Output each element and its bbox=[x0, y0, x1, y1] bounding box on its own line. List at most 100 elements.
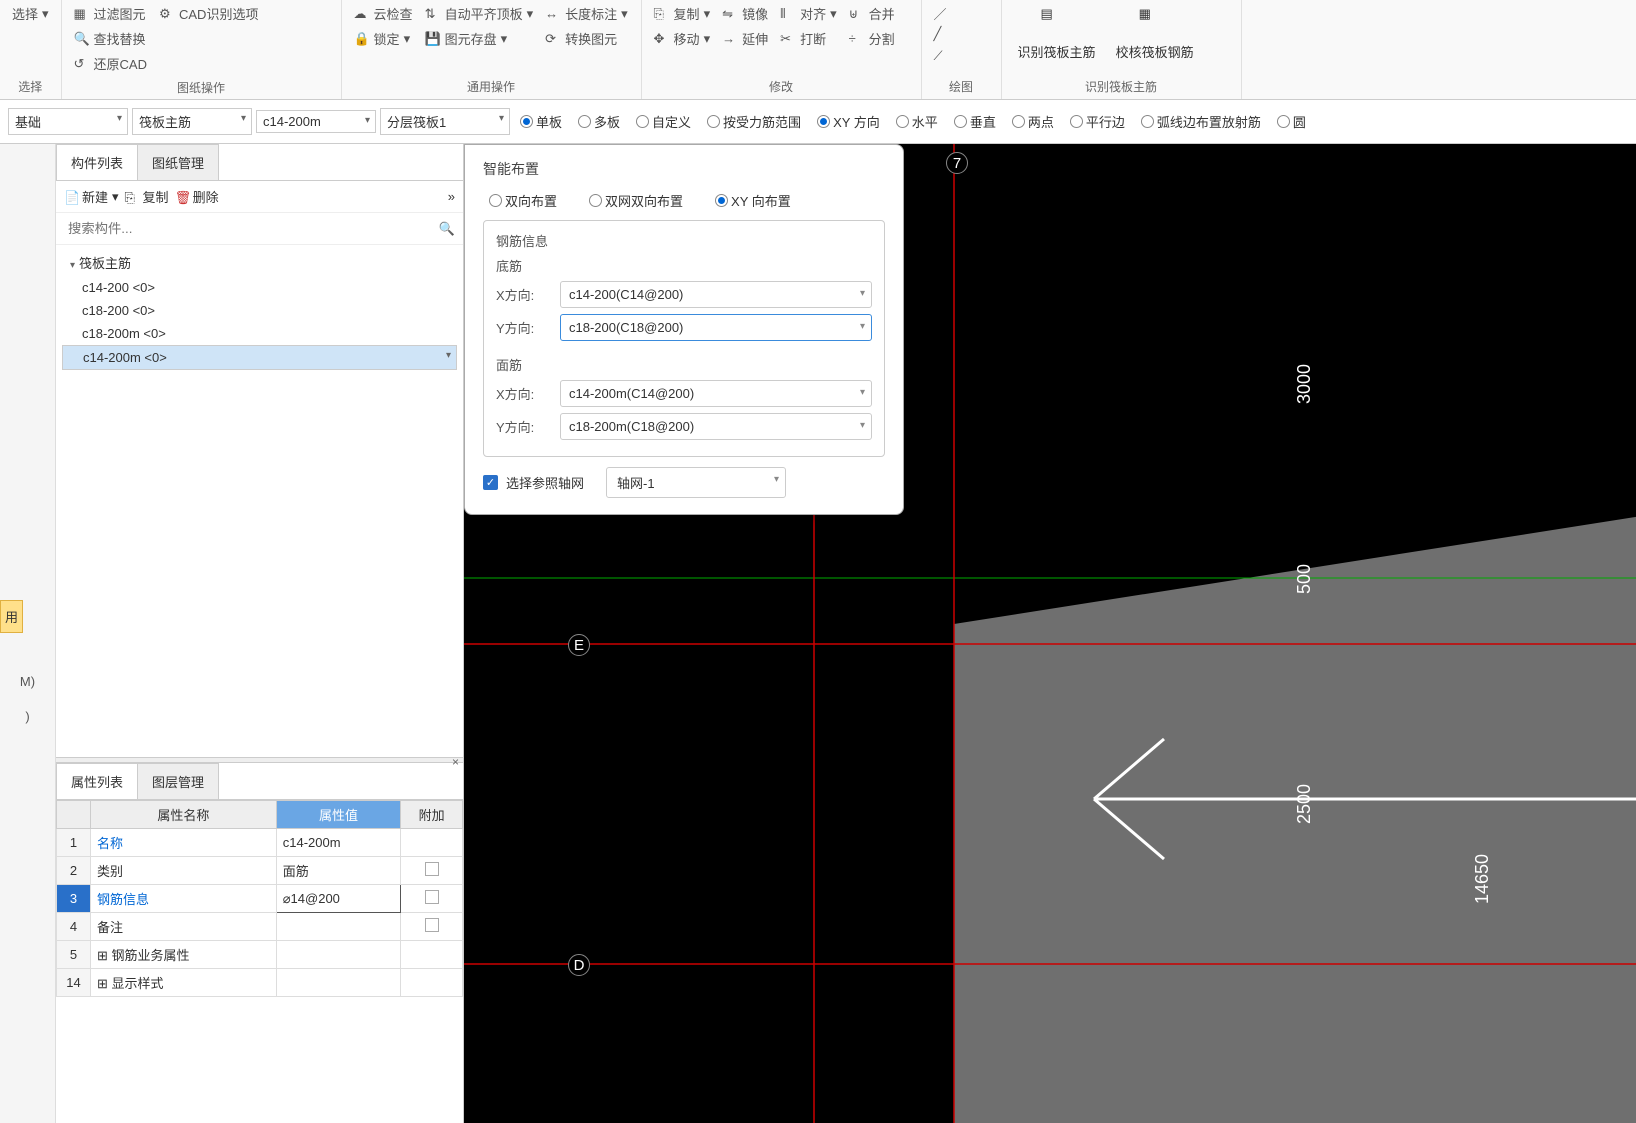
ref-grid-checkbox[interactable]: ✓ bbox=[483, 475, 498, 490]
prop-value-cell[interactable]: ⌀14@200 bbox=[276, 885, 401, 913]
draw-line-c[interactable]: ⟋ bbox=[930, 46, 954, 66]
left-text-m: M) bbox=[16, 664, 39, 699]
radio-two-point[interactable]: 两点 bbox=[1012, 112, 1054, 131]
radio-parallel-edge[interactable]: 平行边 bbox=[1070, 112, 1125, 131]
merge-button[interactable]: ⊎合并 bbox=[845, 2, 899, 25]
bottom-x-combo[interactable]: c14-200(C14@200) bbox=[560, 281, 872, 308]
tree-item[interactable]: c18-200 <0> bbox=[62, 299, 457, 322]
draw-line-a[interactable]: ／ bbox=[930, 2, 954, 22]
tree-item-selected[interactable]: c14-200m <0> bbox=[62, 345, 457, 370]
cad-recognize-options-button[interactable]: ⚙CAD识别选项 bbox=[155, 2, 262, 25]
axis-grid-combo[interactable]: 轴网-1 bbox=[606, 467, 786, 498]
convert-element-button[interactable]: ⟳转换图元 bbox=[541, 27, 632, 50]
tab-layer-mgmt[interactable]: 图层管理 bbox=[137, 763, 219, 799]
top-x-combo[interactable]: c14-200m(C14@200) bbox=[560, 380, 872, 407]
restore-cad-button[interactable]: ↺还原CAD bbox=[70, 52, 151, 75]
tab-property-list[interactable]: 属性列表 bbox=[56, 763, 138, 799]
extend-button[interactable]: →延伸 bbox=[718, 27, 772, 50]
radio-multi-slab[interactable]: 多板 bbox=[578, 112, 620, 131]
more-button[interactable]: » bbox=[448, 189, 455, 204]
save-element-button[interactable]: 💾图元存盘 ▾ bbox=[421, 27, 538, 50]
radio-by-force[interactable]: 按受力筋范围 bbox=[707, 112, 801, 131]
bottom-y-combo[interactable]: c18-200(C18@200) bbox=[560, 314, 872, 341]
recognize-raft-mainbar-button[interactable]: ▤识别筏板主筋 bbox=[1010, 2, 1104, 65]
fieldset-legend: 钢筋信息 bbox=[496, 231, 872, 250]
radio-arc-radial[interactable]: 弧线边布置放射筋 bbox=[1141, 112, 1261, 131]
table-row-selected: 3 钢筋信息 ⌀14@200 bbox=[57, 885, 463, 913]
mirror-button[interactable]: ⇋镜像 bbox=[718, 2, 772, 25]
copy-component-button[interactable]: ⎘复制 bbox=[125, 187, 169, 206]
prop-key-cell: 类别 bbox=[91, 857, 277, 885]
draw-line-b[interactable]: ╱ bbox=[930, 24, 954, 44]
y-dir-label: Y方向: bbox=[496, 318, 552, 337]
category-select[interactable]: 基础 bbox=[8, 108, 128, 135]
search-icon[interactable]: 🔍 bbox=[439, 221, 455, 237]
search-input[interactable] bbox=[64, 217, 439, 240]
radio-horiz[interactable]: 水平 bbox=[896, 112, 938, 131]
table-row: 1 名称 c14-200m bbox=[57, 829, 463, 857]
modify-label: 修改 bbox=[650, 74, 913, 99]
col-name: 属性名称 bbox=[91, 801, 277, 829]
radio-single-slab[interactable]: 单板 bbox=[520, 112, 562, 131]
col-index bbox=[57, 801, 91, 829]
table-row: 2 类别 面筋 bbox=[57, 857, 463, 885]
filter-elements-button[interactable]: ▦过滤图元 bbox=[70, 2, 151, 25]
split-handle[interactable]: × bbox=[56, 757, 463, 763]
component-tree: 筏板主筋 c14-200 <0> c18-200 <0> c18-200m <0… bbox=[56, 245, 463, 757]
radio-double-net-bidir[interactable]: 双网双向布置 bbox=[589, 191, 683, 210]
left-highlight-tag[interactable]: 用 bbox=[0, 600, 23, 633]
new-button[interactable]: 📄新建 ▾ bbox=[64, 187, 119, 206]
prop-key-expand[interactable]: ⊞ 钢筋业务属性 bbox=[91, 941, 277, 969]
align-button[interactable]: ⫴对齐 ▾ bbox=[776, 2, 841, 25]
table-row: 5 ⊞ 钢筋业务属性 bbox=[57, 941, 463, 969]
x-dir-label: X方向: bbox=[496, 285, 552, 304]
y-dir-label-2: Y方向: bbox=[496, 417, 552, 436]
checkbox bbox=[425, 890, 439, 904]
member-select[interactable]: c14-200m bbox=[256, 110, 376, 133]
radio-xy-dir[interactable]: XY 方向 bbox=[817, 112, 880, 131]
length-label-button[interactable]: ↔长度标注 ▾ bbox=[541, 2, 632, 25]
close-icon[interactable]: × bbox=[452, 755, 459, 769]
property-panel: 属性列表 图层管理 属性名称 属性值 附加 1 名称 c14-200m 2 bbox=[56, 763, 463, 1123]
col-extra: 附加 bbox=[401, 801, 463, 829]
cloud-check-button[interactable]: ☁云检查 bbox=[350, 2, 417, 25]
tab-drawing-mgmt[interactable]: 图纸管理 bbox=[137, 144, 219, 180]
radio-custom[interactable]: 自定义 bbox=[636, 112, 691, 131]
radio-xy-layout[interactable]: XY 向布置 bbox=[715, 191, 791, 210]
prop-key-expand[interactable]: ⊞ 显示样式 bbox=[91, 969, 277, 997]
left-sidebar: M) ) bbox=[0, 144, 56, 1123]
tree-item[interactable]: c14-200 <0> bbox=[62, 276, 457, 299]
prop-value-cell[interactable]: 面筋 bbox=[276, 857, 401, 885]
dim-3000: 3000 bbox=[1294, 364, 1315, 404]
dim-500: 500 bbox=[1294, 564, 1315, 594]
bottom-bar-label: 底筋 bbox=[496, 256, 872, 275]
dim-14650: 14650 bbox=[1472, 854, 1493, 904]
prop-value-cell[interactable]: c14-200m bbox=[276, 829, 401, 857]
select-dropdown[interactable]: 选择 ▾ bbox=[8, 2, 53, 25]
drawing-canvas[interactable]: 7 E D 3000 500 2500 14650 智能布置 双向布置 双网双向… bbox=[464, 144, 1636, 1123]
tree-parent-raft[interactable]: 筏板主筋 bbox=[62, 249, 457, 276]
prop-value-cell[interactable] bbox=[276, 913, 401, 941]
table-row: 4 备注 bbox=[57, 913, 463, 941]
split-button[interactable]: ÷分割 bbox=[845, 27, 899, 50]
layer-select[interactable]: 分层筏板1 bbox=[380, 108, 510, 135]
tab-component-list[interactable]: 构件列表 bbox=[56, 144, 138, 180]
auto-level-top-button[interactable]: ⇅自动平齐顶板 ▾ bbox=[421, 2, 538, 25]
verify-raft-bar-button[interactable]: ▦校核筏板钢筋 bbox=[1108, 2, 1202, 65]
draw-label: 绘图 bbox=[930, 74, 993, 99]
delete-component-button[interactable]: 🗑删除 bbox=[175, 187, 219, 206]
radio-vert[interactable]: 垂直 bbox=[954, 112, 996, 131]
find-replace-button[interactable]: 🔍查找替换 bbox=[70, 27, 151, 50]
component-panel: 构件列表 图纸管理 📄新建 ▾ ⎘复制 🗑删除 » 🔍 筏板主筋 c14-200… bbox=[56, 144, 464, 1123]
move-button[interactable]: ✥移动 ▾ bbox=[650, 27, 715, 50]
grid-bubble-E: E bbox=[568, 634, 590, 656]
break-button[interactable]: ✂打断 bbox=[776, 27, 841, 50]
copy-button[interactable]: ⎘复制 ▾ bbox=[650, 2, 715, 25]
tree-item[interactable]: c18-200m <0> bbox=[62, 322, 457, 345]
top-y-combo[interactable]: c18-200m(C18@200) bbox=[560, 413, 872, 440]
family-select[interactable]: 筏板主筋 bbox=[132, 108, 252, 135]
lock-button[interactable]: 🔒锁定 ▾ bbox=[350, 27, 417, 50]
radio-bidir[interactable]: 双向布置 bbox=[489, 191, 557, 210]
checkbox bbox=[425, 918, 439, 932]
radio-circle[interactable]: 圆 bbox=[1277, 112, 1306, 131]
